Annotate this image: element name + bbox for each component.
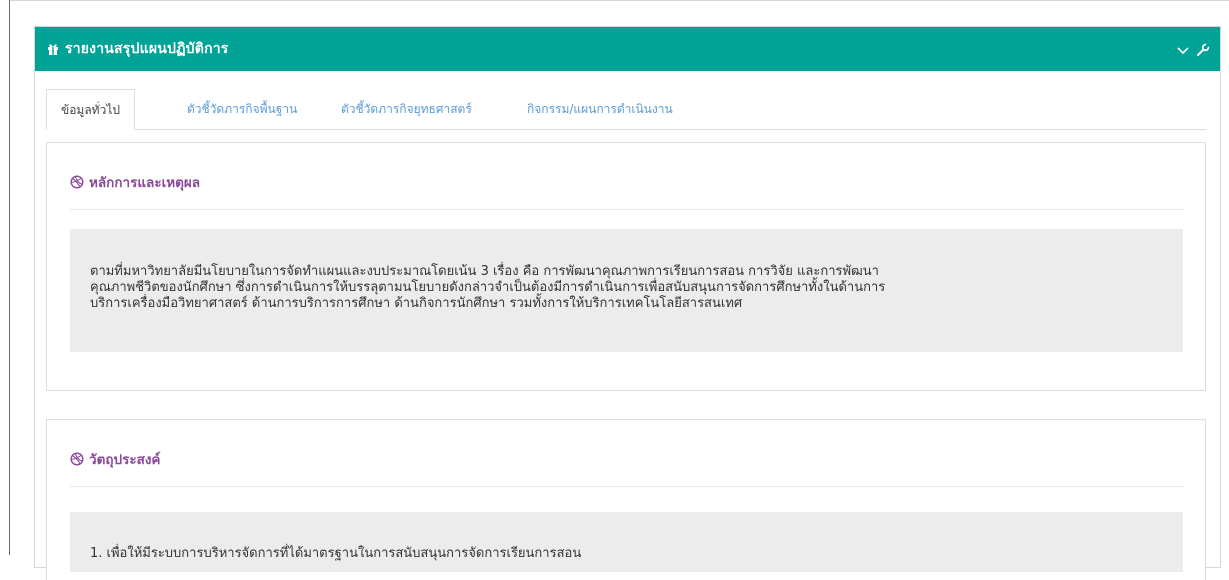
tab-activities-plan[interactable]: กิจกรรม/แผนการดำเนินงาน (527, 89, 673, 129)
objectives-heading: วัตถุประสงค์ (89, 452, 161, 468)
rationale-text-block: ตามที่มหาวิทยาลัยมีนโยบายในการจัดทำแผนแล… (70, 229, 1183, 352)
objectives-heading-group: วัตถุประสงค์ (70, 448, 160, 470)
rationale-line: บริการเครื่องมือวิทยาศาสตร์ ด้านการบริกา… (90, 296, 743, 311)
plan-summary-widget: รายงานสรุปแผนปฏิบัติการ ข้อมูลทั่วไป ตัว… (34, 26, 1221, 580)
objective-item: 1. เพื่อให้มีระบบการบริหารจัดการที่ได้มา… (90, 546, 582, 561)
tab-basic-mission-indicators[interactable]: ตัวชี้วัดภารกิจพื้นฐาน (187, 89, 297, 129)
widget-header: รายงานสรุปแผนปฏิบัติการ (35, 27, 1220, 71)
rationale-heading: หลักการและเหตุผล (89, 175, 201, 191)
page-top-rule (9, 0, 1229, 1)
objectives-divider (70, 486, 1183, 487)
rationale-line: ตามที่มหาวิทยาลัยมีนโยบายในการจัดทำแผนแล… (90, 264, 879, 279)
objectives-panel: วัตถุประสงค์ 1. เพื่อให้มีระบบการบริหารจ… (46, 419, 1206, 580)
widget-tools (1176, 42, 1210, 56)
chevron-down-icon[interactable] (1176, 42, 1190, 56)
rationale-line: คุณภาพชีวิตของนักศึกษา ซึ่งการดำเนินการใ… (90, 280, 886, 295)
tab-strategic-mission-indicators[interactable]: ตัวชี้วัดภารกิจยุทธศาสตร์ (341, 89, 472, 129)
tab-bar: ข้อมูลทั่วไป ตัวชี้วัดภารกิจพื้นฐาน ตัวช… (46, 89, 1206, 130)
dribbble-icon (70, 175, 84, 189)
objectives-text-block: 1. เพื่อให้มีระบบการบริหารจัดการที่ได้มา… (70, 512, 1183, 572)
wrench-icon[interactable] (1196, 42, 1210, 56)
widget-title: รายงานสรุปแผนปฏิบัติการ (65, 41, 229, 57)
tab-general-info[interactable]: ข้อมูลทั่วไป (46, 89, 135, 130)
rationale-divider (70, 209, 1183, 210)
widget-title-group: รายงานสรุปแผนปฏิบัติการ (47, 38, 229, 60)
gift-icon (47, 43, 59, 55)
page-left-rule (9, 0, 10, 555)
dribbble-icon (70, 452, 84, 466)
rationale-heading-group: หลักการและเหตุผล (70, 171, 200, 193)
rationale-panel: หลักการและเหตุผล ตามที่มหาวิทยาลัยมีนโยบ… (46, 142, 1206, 391)
